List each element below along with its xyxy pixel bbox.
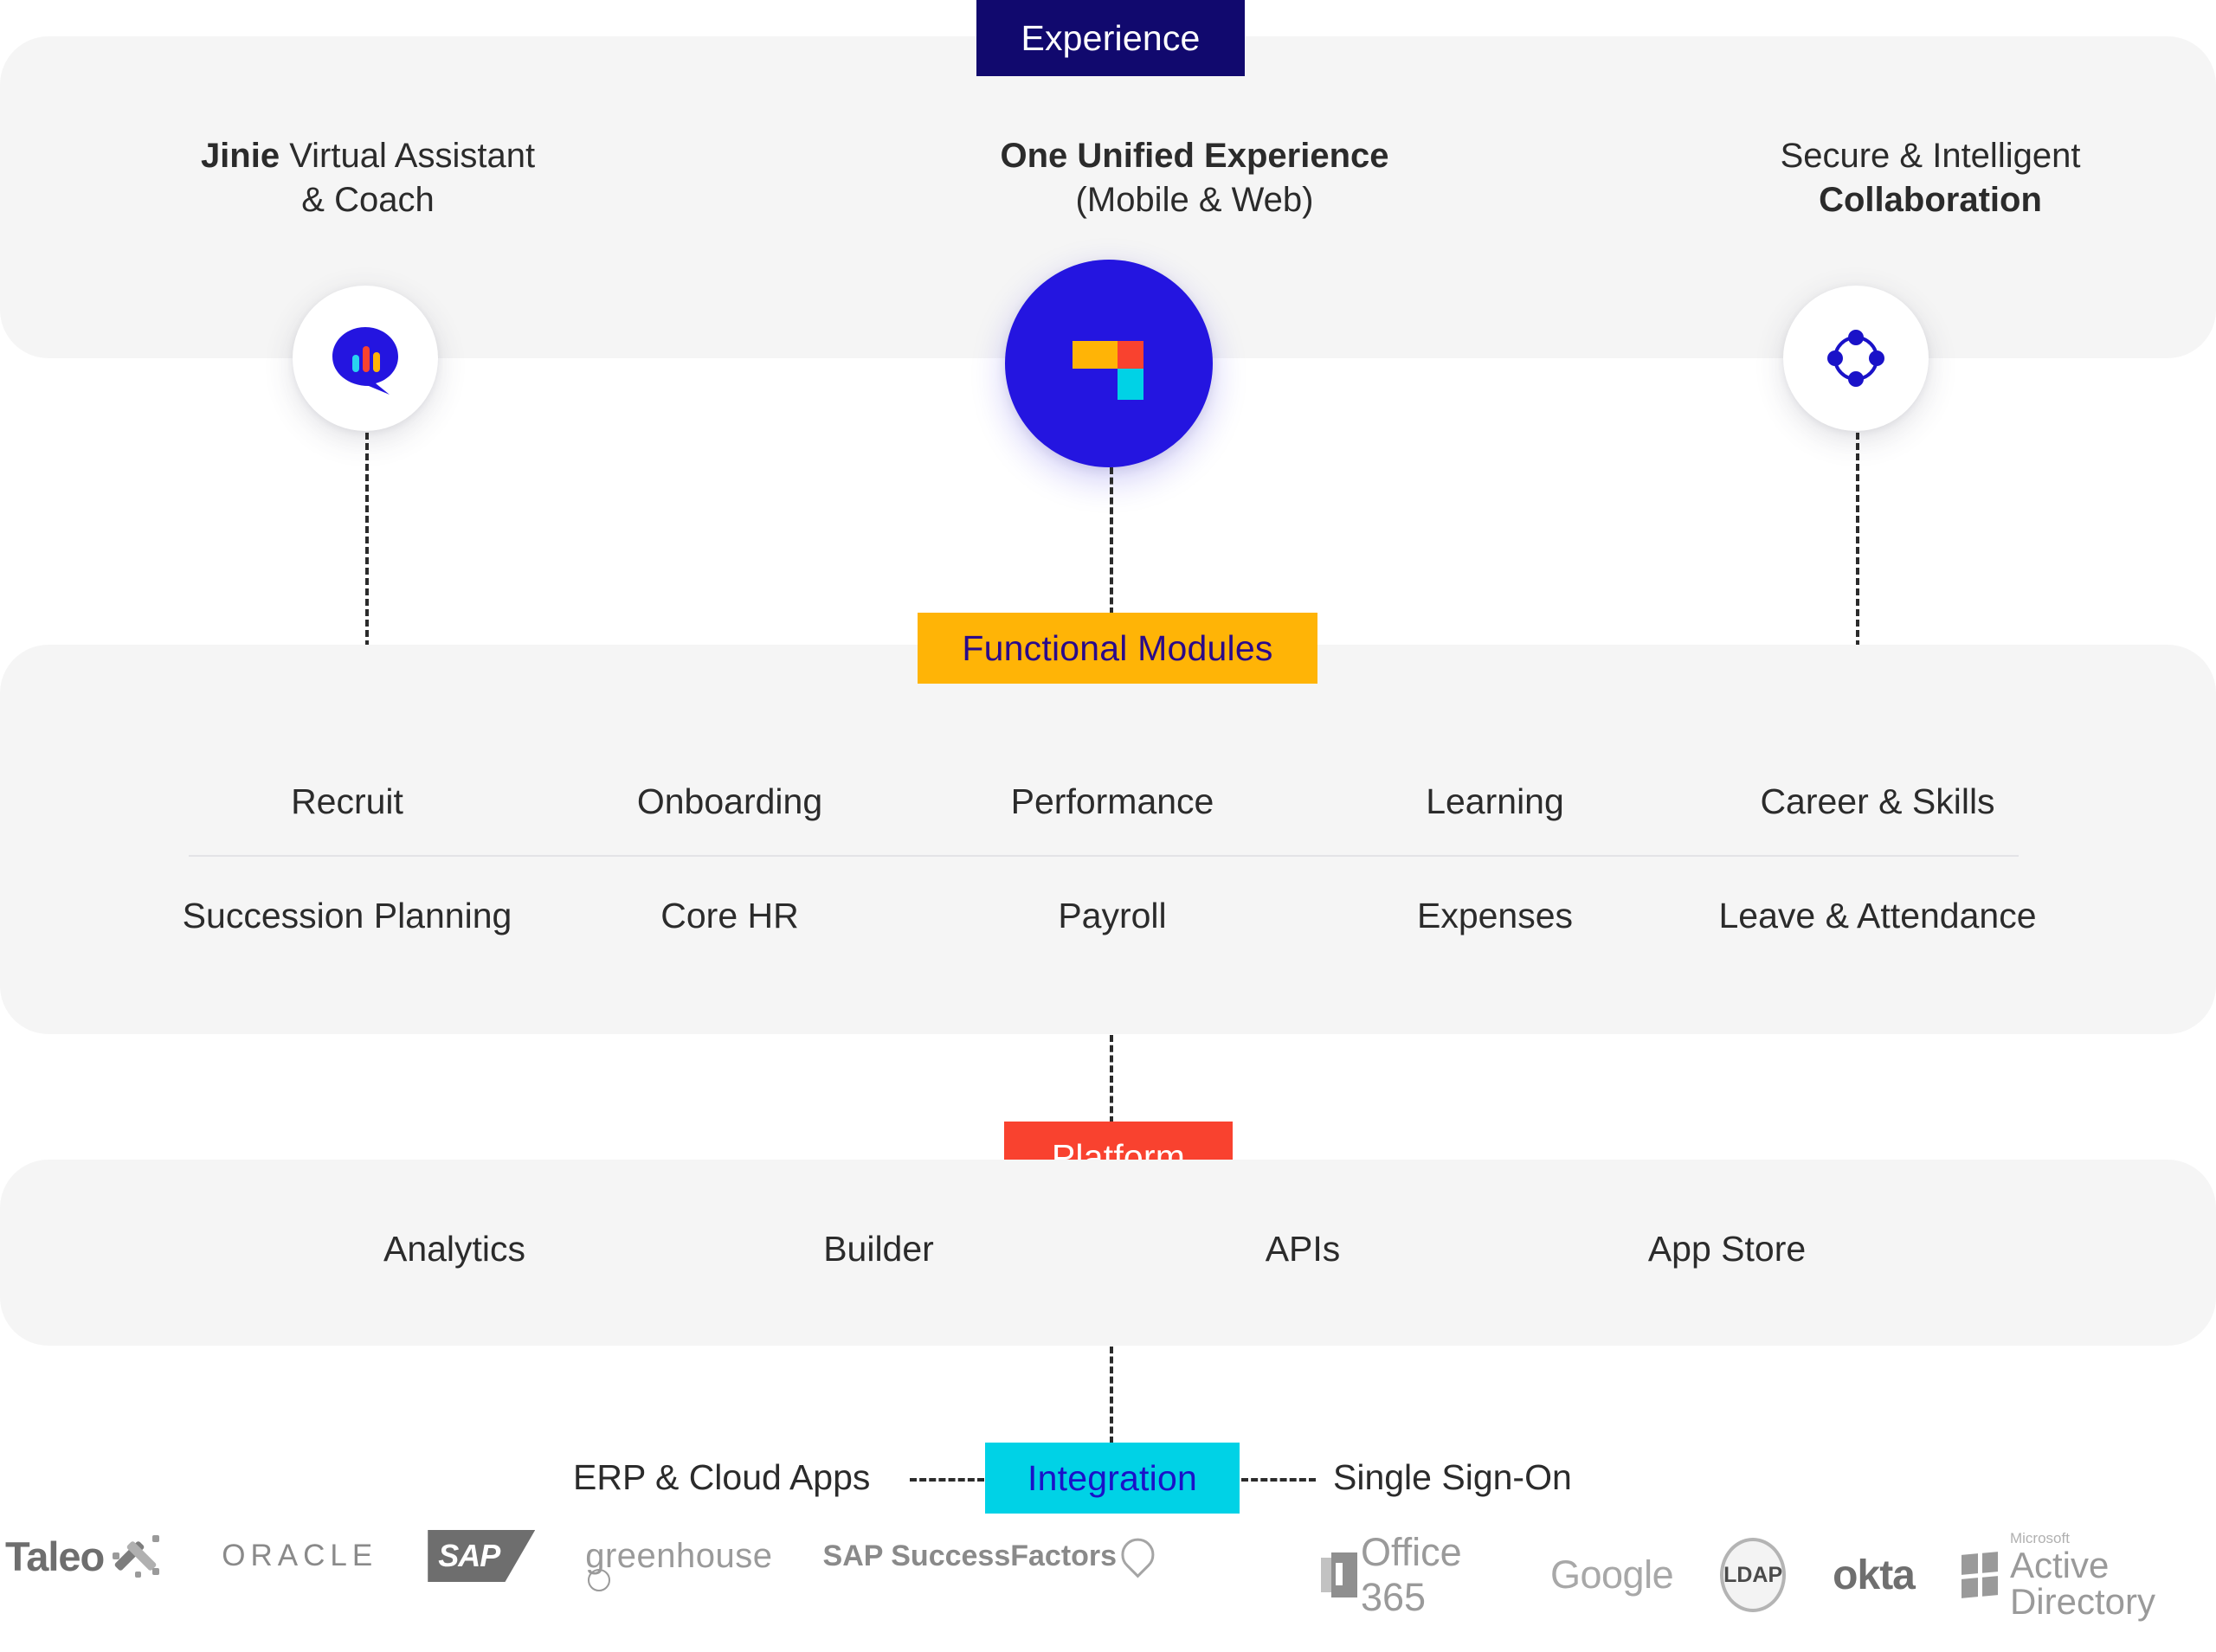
connector-collaboration-to-modules [1856,433,1859,668]
jinie-title-bold: Jinie [200,137,280,175]
integration-chip: Integration [985,1443,1240,1514]
taleo-logo-text: Taleo [5,1533,105,1579]
okta-logo: okta [1833,1552,1916,1599]
platform-analytics[interactable]: Analytics [242,1229,667,1270]
office-icon [1321,1552,1357,1597]
experience-column-unified: One Unified Experience (Mobile & Web) [918,134,1472,222]
okta-logo-text: okta [1833,1552,1916,1598]
office365-logo: Office 365 [1321,1530,1504,1620]
ldap-logo-text: LDAP [1723,1562,1783,1587]
module-row-1: Recruit Onboarding Performance Learning … [156,744,2069,858]
greenhouse-logo-text: greenhouse [585,1536,773,1591]
module-payroll[interactable]: Payroll [921,896,1304,936]
module-recruit[interactable]: Recruit [156,781,538,822]
darwinbox-logo-badge [1005,260,1213,467]
office365-logo-text: Office 365 [1360,1530,1462,1619]
google-logo: Google [1550,1552,1674,1597]
module-grid: Recruit Onboarding Performance Learning … [156,744,2069,973]
connector-erp-to-integration [910,1478,984,1482]
connector-integration-to-sso [1241,1478,1316,1482]
greenhouse-logo: greenhouse [585,1536,773,1591]
module-succession-planning[interactable]: Succession Planning [156,896,538,936]
taleo-logo: Taleo [5,1530,171,1582]
partner-logos-left: Taleo ORACLE SAP greenhouse SAP SuccessF… [5,1530,1162,1591]
sap-logo-text: SAP [438,1538,500,1573]
collaboration-icon-badge [1783,286,1929,431]
infographic-canvas: Experience Jinie Virtual Assistant & Coa… [0,0,2216,1652]
google-logo-text: Google [1550,1552,1674,1597]
integration-left-label: ERP & Cloud Apps [573,1457,871,1497]
sap-successfactors-logo-text: SAP SuccessFactors [822,1539,1118,1572]
platform-app-store[interactable]: App Store [1515,1229,1939,1270]
module-core-hr[interactable]: Core HR [538,896,921,936]
connector-jinie-to-modules [365,433,369,668]
functional-modules-chip: Functional Modules [918,613,1317,684]
oracle-logo-text: ORACLE [222,1539,378,1572]
module-leave-attendance[interactable]: Leave & Attendance [1686,896,2069,936]
heart-icon [1114,1531,1162,1578]
module-expenses[interactable]: Expenses [1304,896,1686,936]
platform-builder[interactable]: Builder [667,1229,1091,1270]
connector-platform-to-integration [1110,1347,1113,1443]
sap-successfactors-logo: SAP SuccessFactors [822,1531,1162,1578]
oracle-logo: ORACLE [222,1539,377,1573]
module-learning[interactable]: Learning [1304,781,1686,822]
jinie-title-rest: Virtual Assistant [280,137,536,175]
active-directory-logo-text: Active Directory [2009,1544,2155,1622]
experience-column-collab-title: Secure & Intelligent [1780,137,2081,175]
experience-column-unified-title: One Unified Experience [918,134,1472,178]
experience-column-jinie-title: Jinie Virtual Assistant [91,134,645,178]
platform-grid: Analytics Builder APIs App Store [242,1229,1939,1270]
sap-logo: SAP [428,1530,536,1582]
microsoft-label: Microsoft [2009,1529,2070,1546]
partner-logos-right: Office 365 Google LDAP okta Microsoft Ac… [1321,1530,2216,1620]
module-row-divider [189,855,2019,857]
connector-modules-to-platform [1110,1035,1113,1123]
platform-apis[interactable]: APIs [1091,1229,1515,1270]
taleo-x-icon [109,1530,171,1582]
experience-column-jinie: Jinie Virtual Assistant & Coach [91,134,645,222]
network-nodes-icon [1827,330,1884,387]
experience-column-collab-subtitle: Collaboration [1653,178,2207,222]
experience-column-jinie-subtitle: & Coach [301,181,435,219]
experience-column-collaboration: Secure & Intelligent Collaboration [1653,134,2207,222]
darwinbox-logo-icon [1073,341,1143,400]
windows-icon [1961,1552,1998,1598]
module-row-2: Succession Planning Core HR Payroll Expe… [156,858,2069,973]
chat-bubble-waveform-icon [332,327,398,395]
module-onboarding[interactable]: Onboarding [538,781,921,822]
jinie-icon-badge [293,286,438,431]
collab-subtitle-bold: Collaboration [1819,181,2042,219]
connector-unified-to-functional [1110,467,1113,614]
unified-title-bold: One Unified Experience [1000,137,1389,175]
ldap-logo: LDAP [1720,1538,1787,1612]
active-directory-logo: Microsoft Active Directory [1961,1529,2216,1622]
experience-section-chip: Experience [976,0,1245,76]
module-career-skills[interactable]: Career & Skills [1686,781,2069,822]
integration-right-label: Single Sign-On [1333,1457,1572,1497]
experience-column-unified-subtitle: (Mobile & Web) [1075,181,1314,219]
module-performance[interactable]: Performance [921,781,1304,822]
